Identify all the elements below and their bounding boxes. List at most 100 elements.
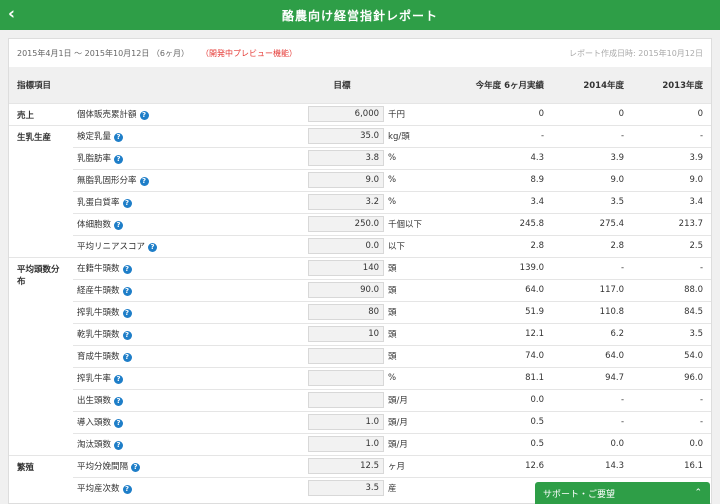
table-header-row: 指標項目 目標 今年度 6ヶ月実績 2014年度 2013年度 <box>9 67 711 103</box>
current-value: 81.1 <box>452 366 553 389</box>
table-row: 平均リニアスコア? 0.0 以下 2.8 2.8 2.5 <box>9 234 711 257</box>
support-button[interactable]: サポート・ご要望 ⌃ <box>535 482 710 504</box>
value-2013: 3.5 <box>632 322 711 345</box>
target-input[interactable]: 3.5 <box>308 480 385 497</box>
target-input[interactable]: 10 <box>308 326 385 342</box>
unit-cell: 産 <box>384 476 453 499</box>
unit-cell: 千円 <box>384 102 453 125</box>
indicator-label: 育成牛頭数 <box>77 352 120 362</box>
table-row: 体細胞数? 250.0 千個以下 245.8 275.4 213.7 <box>9 212 711 235</box>
target-input[interactable]: 80 <box>308 304 385 320</box>
target-cell <box>300 344 385 367</box>
help-icon[interactable]: ? <box>122 485 132 495</box>
preview-notice: （開発中プレビュー機能） <box>200 48 297 58</box>
help-icon[interactable]: ? <box>114 155 124 164</box>
current-value: 0.5 <box>452 410 553 433</box>
current-value: 0 <box>452 102 553 125</box>
indicator-table: 指標項目 目標 今年度 6ヶ月実績 2014年度 2013年度 売上 個体販売累計… <box>9 67 711 499</box>
indicator-label: 経産牛頭数 <box>77 286 120 296</box>
target-input[interactable]: 140 <box>308 260 385 276</box>
help-icon[interactable]: ? <box>122 287 132 296</box>
help-icon[interactable]: ? <box>114 419 124 428</box>
target-input[interactable] <box>308 370 385 386</box>
target-input[interactable]: 6,000 <box>308 106 385 122</box>
target-input[interactable]: 35.0 <box>308 128 385 144</box>
table-row: 育成牛頭数? 頭 74.0 64.0 54.0 <box>9 344 711 367</box>
help-icon[interactable]: ? <box>114 133 124 142</box>
indicator-name: 乳脂肪率? <box>73 146 301 169</box>
current-value: 0.5 <box>452 432 553 455</box>
help-icon[interactable]: ? <box>131 463 141 472</box>
target-input[interactable]: 3.2 <box>308 194 385 210</box>
col-header-item: 指標項目 <box>9 67 301 103</box>
target-input[interactable]: 9.0 <box>308 172 385 188</box>
target-input[interactable]: 250.0 <box>308 216 385 232</box>
indicator-label: 導入頭数 <box>77 418 112 428</box>
target-input[interactable]: 12.5 <box>308 458 385 474</box>
table-row: 平均頭数分布 在籍牛頭数? 140 頭 139.0- - <box>9 256 711 455</box>
help-icon[interactable]: ? <box>114 397 124 406</box>
help-icon[interactable]: ? <box>148 243 158 252</box>
indicator-label: 検定乳量 <box>77 132 112 142</box>
target-input[interactable]: 3.8 <box>308 150 385 166</box>
table-row: 乾乳牛頭数? 10 頭 12.1 6.2 3.5 <box>9 322 711 345</box>
table-row: 乳脂肪率? 3.8% 4.3 3.9 3.9 <box>9 146 711 169</box>
help-icon[interactable]: ? <box>122 309 132 318</box>
target-cell: 3.2 <box>300 190 385 213</box>
indicator-label: 搾乳牛頭数 <box>77 308 120 318</box>
current-value: 64.0 <box>452 278 553 301</box>
value-2013: 3.4 <box>632 190 711 213</box>
help-icon[interactable]: ? <box>139 111 149 120</box>
indicator-label: 在籍牛頭数 <box>77 264 120 274</box>
chevron-up-icon: ⌃ <box>694 488 702 498</box>
help-icon[interactable]: ? <box>114 221 124 230</box>
target-input[interactable]: 1.0 <box>308 414 385 430</box>
indicator-label: 体細胞数 <box>77 220 112 230</box>
value-2014: 275.4 <box>552 212 633 235</box>
target-cell: 80 <box>300 300 385 323</box>
value-2014: - <box>552 388 633 411</box>
help-icon[interactable]: ? <box>122 353 132 362</box>
unit-cell: kg/頭 <box>384 124 453 147</box>
indicator-label: 出生頭数 <box>77 396 112 406</box>
indicator-label: 搾乳牛率 <box>77 374 112 384</box>
unit-cell: % <box>384 146 453 169</box>
unit-cell: 以下 <box>384 234 453 257</box>
help-icon[interactable]: ? <box>122 265 132 274</box>
indicator-label: 平均リニアスコア <box>77 242 146 252</box>
help-icon[interactable]: ? <box>114 441 124 450</box>
target-cell: 0.0 <box>300 234 385 257</box>
current-value: 3.4 <box>452 190 553 213</box>
help-icon[interactable]: ? <box>122 199 132 208</box>
indicator-name: 無脂乳固形分率? <box>73 168 301 191</box>
help-icon[interactable]: ? <box>114 375 124 384</box>
table-row: 搾乳牛頭数? 80 頭 51.9 110.8 84.5 <box>9 300 711 323</box>
target-input[interactable]: 90.0 <box>308 282 385 298</box>
table-row: 乳蛋白質率? 3.2% 3.4 3.5 3.4 <box>9 190 711 213</box>
target-input[interactable]: 0.0 <box>308 238 385 254</box>
back-chevron-icon[interactable]: ‹ <box>8 4 15 24</box>
indicator-name: 淘汰頭数? <box>73 432 301 455</box>
top-bar: ‹ 酪農向け経営指針レポート <box>0 0 720 30</box>
target-input[interactable] <box>308 392 385 408</box>
help-icon[interactable]: ? <box>122 331 132 340</box>
target-cell: 12.5 <box>300 454 385 477</box>
category-label: 平均頭数分布 <box>9 256 73 455</box>
table-row: 無脂乳固形分率? 9.0% 8.9 9.0 9.0 <box>9 168 711 191</box>
value-2014: 6.2 <box>552 322 633 345</box>
unit-cell: 頭 <box>384 256 453 279</box>
support-label: サポート・ご要望 <box>543 489 616 500</box>
indicator-label: 淘汰頭数 <box>77 440 112 450</box>
target-input[interactable] <box>308 348 385 364</box>
value-2014: 64.0 <box>552 344 633 367</box>
value-2014: 94.7 <box>552 366 633 389</box>
target-cell: 90.0 <box>300 278 385 301</box>
indicator-label: 乳蛋白質率 <box>77 198 120 208</box>
target-input[interactable]: 1.0 <box>308 436 385 452</box>
value-2013: 9.0 <box>632 168 711 191</box>
col-header-2014: 2014年度 <box>552 67 633 103</box>
table-row: 淘汰頭数? 1.0 頭/月 0.5 0.0 0.0 <box>9 432 711 455</box>
report-card: 2015年4月1日 〜 2015年10月12日 （6ヶ月） （開発中プレビュー機… <box>8 38 712 504</box>
unit-cell: 頭/月 <box>384 410 453 433</box>
help-icon[interactable]: ? <box>139 177 149 186</box>
